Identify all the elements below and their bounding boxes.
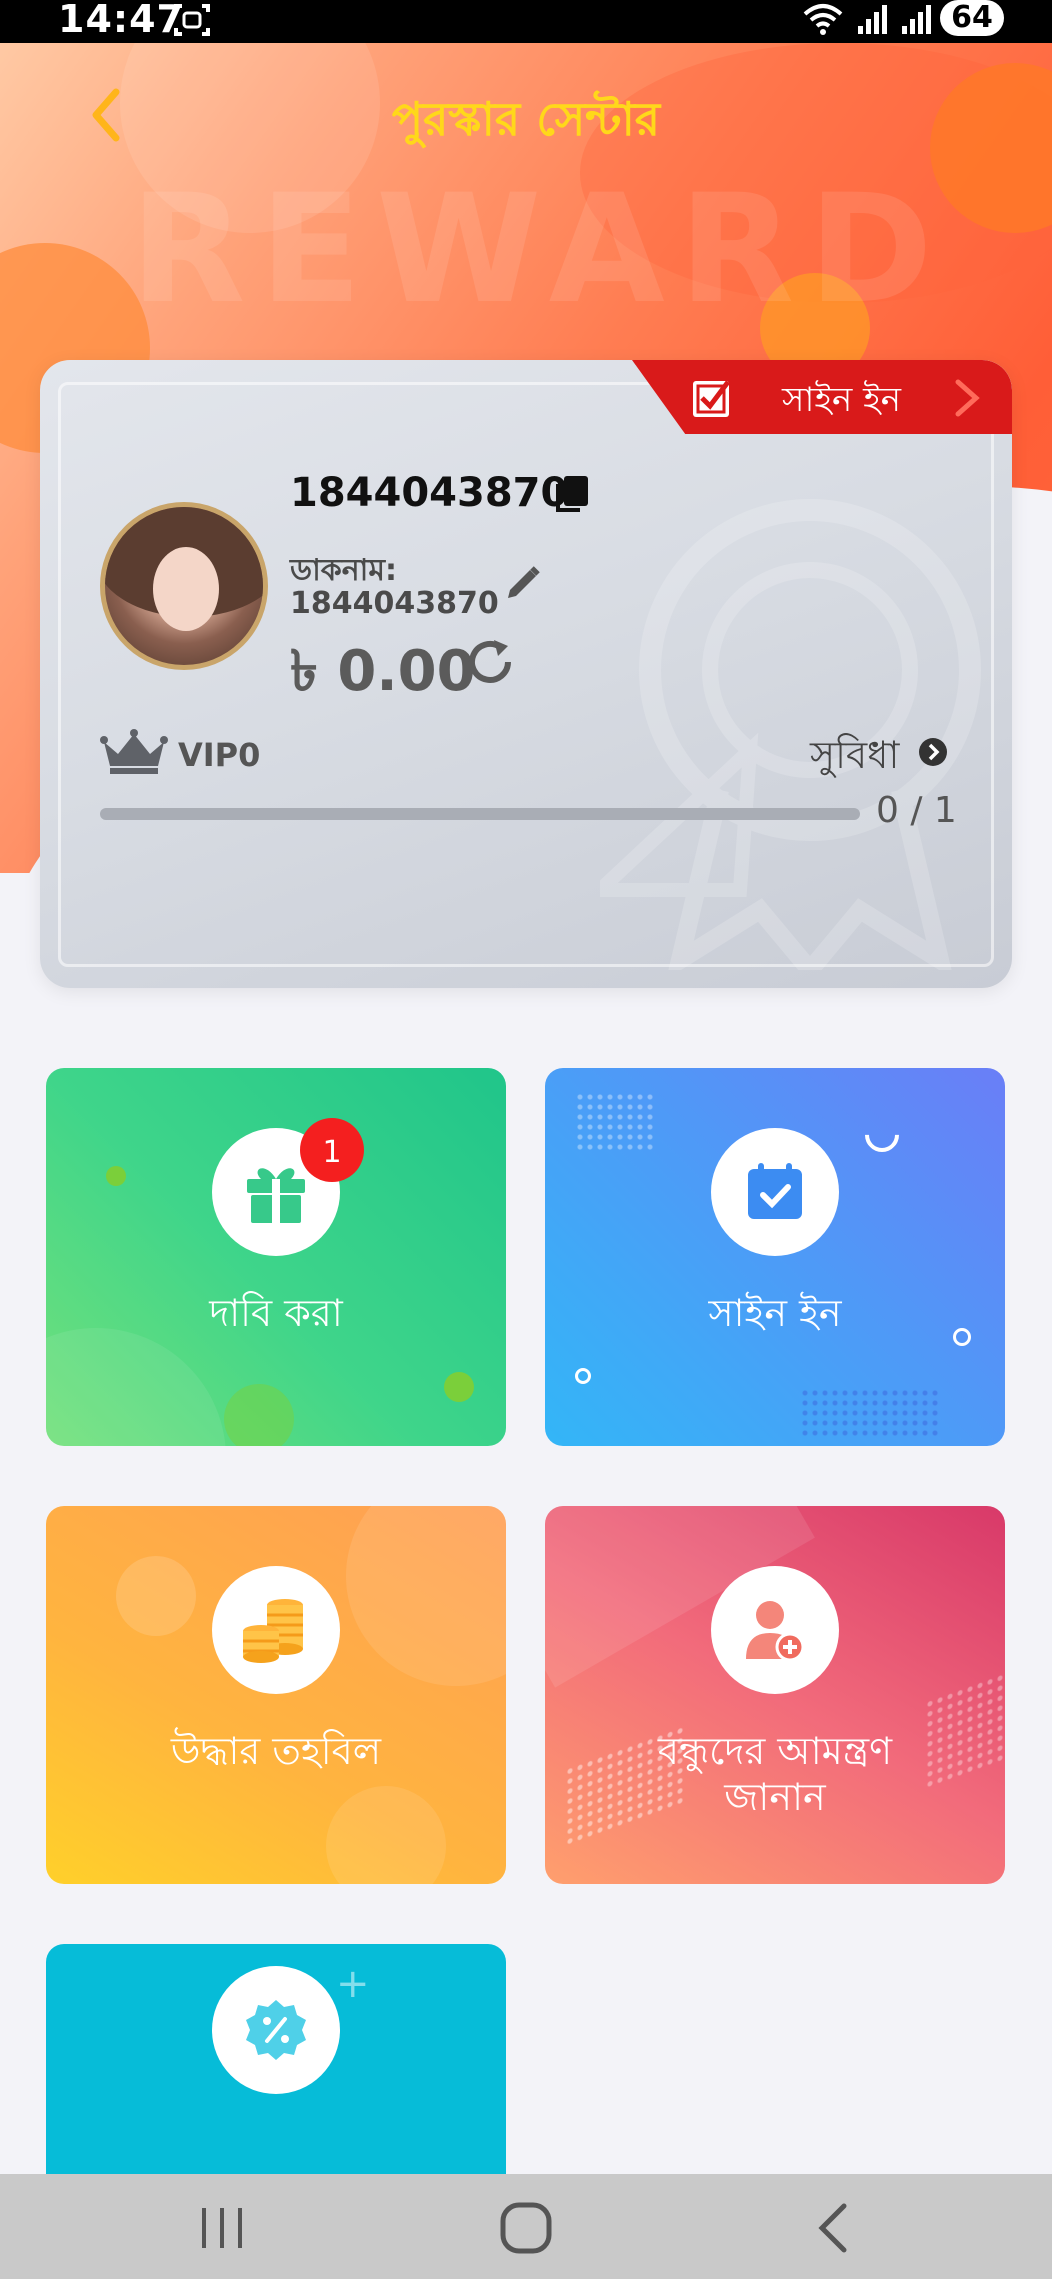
rescue-fund-tile[interactable]: উদ্ধার তহবিল bbox=[46, 1506, 506, 1884]
tile-decoration: + bbox=[336, 1961, 370, 2007]
tile-decoration bbox=[857, 1110, 907, 1160]
status-bar: 14:47 64 bbox=[0, 0, 1052, 43]
copy-icon[interactable] bbox=[554, 474, 590, 514]
reward-watermark: REWARD bbox=[130, 163, 947, 337]
coins-icon-circle bbox=[212, 1566, 340, 1694]
tile-decoration bbox=[346, 1506, 506, 1686]
tile-decoration bbox=[106, 1166, 126, 1186]
benefits-link[interactable]: সুবিধা bbox=[810, 726, 899, 790]
screenshot-icon bbox=[174, 4, 210, 36]
tile-decoration bbox=[46, 1328, 226, 1446]
tile-decoration bbox=[224, 1384, 294, 1446]
gift-icon bbox=[247, 1168, 305, 1223]
vip-progress-bar bbox=[100, 808, 860, 820]
signin-tile-label: সাইন ইন bbox=[708, 1291, 842, 1335]
status-time: 14:47 bbox=[58, 0, 184, 41]
page-title: পুরস্কার সেন্টার bbox=[391, 92, 661, 146]
tile-decoration bbox=[326, 1786, 446, 1884]
user-id: 1844043870 bbox=[290, 470, 569, 516]
signal-icon bbox=[858, 5, 887, 34]
vip-progress-text: 0 / 1 bbox=[876, 790, 957, 831]
signin-tile[interactable]: সাইন ইন bbox=[545, 1068, 1005, 1446]
invite-friends-tile-label: বন্ধুদের আমন্ত্রণ জানান bbox=[657, 1729, 893, 1819]
profile-card: সাইন ইন 1844043870 ডাকনাম: 1844043870 ৳ … bbox=[40, 360, 1012, 988]
notification-badge: 1 bbox=[300, 1118, 364, 1182]
system-nav-bar bbox=[0, 2174, 1052, 2279]
medal-watermark-icon bbox=[600, 499, 981, 970]
calendar-icon-circle bbox=[711, 1128, 839, 1256]
signal-roaming-icon bbox=[902, 5, 931, 34]
back-nav-icon[interactable] bbox=[812, 2200, 852, 2256]
tile-decoration bbox=[575, 1368, 591, 1384]
tile-decoration bbox=[116, 1556, 196, 1636]
calendar-check-icon bbox=[748, 1163, 802, 1219]
recent-apps-icon[interactable] bbox=[198, 2204, 248, 2252]
signin-ribbon-label[interactable]: সাইন ইন bbox=[782, 374, 901, 431]
add-user-icon-circle bbox=[711, 1566, 839, 1694]
vip-level: VIP0 bbox=[178, 736, 261, 774]
refresh-icon[interactable] bbox=[464, 636, 516, 688]
nickname-value: 1844043870 bbox=[290, 586, 499, 621]
discount-icon-circle bbox=[212, 1966, 340, 2094]
balance: ৳ 0.00 bbox=[290, 639, 476, 704]
invite-friends-tile[interactable]: বন্ধুদের আমন্ত্রণ জানান bbox=[545, 1506, 1005, 1884]
battery-icon: 64 bbox=[940, 0, 1004, 36]
crown-icon bbox=[100, 729, 168, 774]
home-icon[interactable] bbox=[498, 2200, 554, 2256]
tile-decoration bbox=[575, 1092, 655, 1152]
wifi-icon bbox=[803, 4, 843, 35]
rebate-tile[interactable]: + bbox=[46, 1944, 506, 2174]
edit-pencil-icon[interactable] bbox=[504, 564, 542, 602]
tile-decoration bbox=[444, 1372, 474, 1402]
avatar[interactable] bbox=[100, 502, 268, 670]
chevron-right-circle-icon[interactable] bbox=[918, 737, 948, 767]
claim-tile[interactable]: 1 দাবি করা bbox=[46, 1068, 506, 1446]
add-user-icon bbox=[746, 1601, 805, 1662]
checkbox-icon bbox=[693, 380, 730, 417]
coins-icon bbox=[243, 1599, 303, 1663]
chevron-right-icon bbox=[955, 379, 980, 417]
claim-tile-label: দাবি করা bbox=[209, 1291, 343, 1335]
discount-badge-icon bbox=[246, 2000, 306, 2060]
avatar-face bbox=[153, 547, 219, 631]
tile-decoration bbox=[800, 1388, 940, 1438]
rescue-fund-tile-label: উদ্ধার তহবিল bbox=[170, 1729, 382, 1773]
